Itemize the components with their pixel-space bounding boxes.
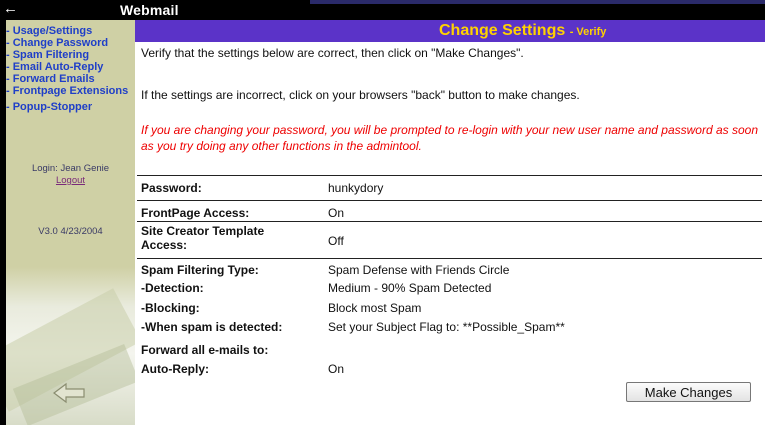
login-label: Login: Jean Genie — [31, 163, 110, 174]
setting-label: Auto-Reply: — [141, 362, 209, 376]
divider — [137, 258, 762, 259]
sidebar: - Usage/Settings - Change Password - Spa… — [6, 20, 135, 425]
sidebar-item-spam-filtering[interactable]: - Spam Filtering — [6, 49, 135, 61]
setting-label: -Detection: — [141, 281, 204, 295]
setting-label: Password: — [141, 181, 202, 195]
intro-text: Verify that the settings below are corre… — [141, 46, 524, 60]
setting-value: Off — [328, 234, 344, 248]
back-arrow-icon[interactable]: ← — [3, 1, 18, 17]
setting-value: Block most Spam — [328, 301, 422, 315]
sidebar-item-usage-settings[interactable]: - Usage/Settings — [6, 25, 135, 37]
setting-label: -Blocking: — [141, 301, 200, 315]
page-subtitle: - Verify — [569, 26, 607, 38]
sidebar-item-forward-emails[interactable]: - Forward Emails — [6, 73, 135, 85]
top-stripe — [310, 0, 765, 4]
divider — [137, 200, 762, 201]
setting-label: Forward all e-mails to: — [141, 343, 269, 357]
back-instruction: If the settings are incorrect, click on … — [141, 88, 580, 102]
setting-value: hunkydory — [328, 181, 384, 195]
sidebar-item-popup-stopper[interactable]: - Popup-Stopper — [6, 101, 135, 113]
sidebar-item-email-auto-reply[interactable]: - Email Auto-Reply — [6, 61, 135, 73]
setting-value: Set your Subject Flag to: **Possible_Spa… — [328, 320, 565, 334]
sidebar-nav: - Usage/Settings - Change Password - Spa… — [6, 25, 135, 113]
browser-frame: ← Webmail - Usage/Settings - Change Pass… — [0, 0, 765, 425]
login-info: Login: Jean Genie Logout — [6, 163, 135, 187]
setting-value: Spam Defense with Friends Circle — [328, 263, 510, 277]
sidebar-item-frontpage-extensions[interactable]: - Frontpage Extensions — [6, 85, 134, 97]
setting-label: Spam Filtering Type: — [141, 263, 259, 277]
window-title: Webmail — [120, 2, 179, 18]
sidebar-item-change-password[interactable]: - Change Password — [6, 37, 135, 49]
setting-value: On — [328, 206, 345, 220]
setting-label: -When spam is detected: — [141, 320, 283, 334]
make-changes-button[interactable]: Make Changes — [626, 382, 751, 402]
setting-label: Site Creator Template Access: — [141, 224, 265, 252]
divider — [137, 221, 762, 222]
setting-value: On — [328, 362, 345, 376]
main-content: Change Settings - Verify Verify that the… — [135, 20, 765, 425]
password-warning: If you are changing your password, you w… — [141, 123, 758, 153]
setting-value: Medium - 90% Spam Detected — [328, 281, 492, 295]
page-title: Change Settings - Verify — [439, 22, 607, 39]
logout-link[interactable]: Logout — [6, 175, 135, 187]
version-label: V3.0 4/23/2004 — [38, 226, 103, 237]
arrow-left-icon[interactable] — [52, 382, 86, 404]
top-bar: ← Webmail — [0, 0, 765, 20]
divider — [137, 175, 762, 176]
page-header: Change Settings - Verify — [135, 20, 765, 42]
setting-label: FrontPage Access: — [141, 206, 250, 220]
